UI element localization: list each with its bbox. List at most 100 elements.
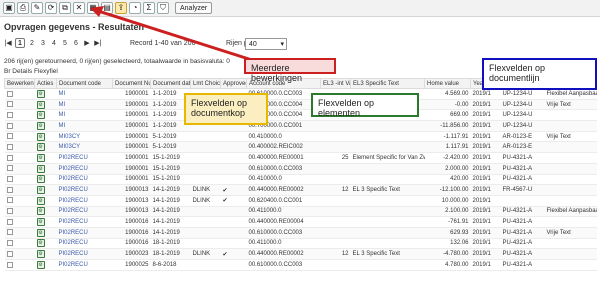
row-action[interactable]: ⚙ <box>34 238 57 250</box>
document-code-link[interactable]: PI02RECU <box>59 208 88 214</box>
row-action[interactable]: ⚙ <box>34 120 57 132</box>
document-code-link[interactable]: MI <box>59 102 66 108</box>
row-select-checkbox[interactable] <box>4 206 35 218</box>
first-page-button[interactable]: |◀ <box>4 38 12 48</box>
document-action-icon[interactable]: ⚙ <box>36 175 45 184</box>
column-header[interactable]: Approved <box>220 78 247 89</box>
row-action[interactable]: ⚙ <box>34 109 57 122</box>
document-action-icon[interactable]: ⚙ <box>36 260 45 269</box>
checkbox[interactable] <box>6 176 13 183</box>
row-select-checkbox[interactable] <box>4 216 35 228</box>
document-action-icon[interactable]: ⚙ <box>36 164 45 173</box>
checkbox[interactable] <box>6 208 13 215</box>
row-select-checkbox[interactable] <box>4 109 35 122</box>
document-action-icon[interactable]: ⚙ <box>36 218 45 227</box>
analyzer-button[interactable]: Analyzer <box>175 2 213 14</box>
document-code-link[interactable]: MI03CY <box>59 144 81 150</box>
document-code-link[interactable]: PI02RECU <box>59 187 88 193</box>
row-select-checkbox[interactable] <box>4 195 35 207</box>
row-action[interactable]: ⚙ <box>34 99 57 111</box>
page-button-5[interactable]: 5 <box>61 38 69 48</box>
export-icon[interactable]: ⇪ <box>115 2 127 14</box>
row-action[interactable]: ⚙ <box>34 248 57 260</box>
next-page-button[interactable]: ▶ <box>83 38 91 48</box>
row-action[interactable]: ⚙ <box>34 259 57 271</box>
row-select-checkbox[interactable] <box>4 248 35 260</box>
row-action[interactable]: ⚙ <box>34 195 57 207</box>
checkbox[interactable] <box>6 261 13 268</box>
document-action-icon[interactable]: ⚙ <box>36 132 45 141</box>
delete-icon[interactable]: ✕ <box>73 2 85 14</box>
checkbox[interactable] <box>6 111 13 118</box>
last-page-button[interactable]: ▶| <box>94 38 102 48</box>
column-header[interactable]: Lmt Choice <box>190 78 221 89</box>
row-select-checkbox[interactable] <box>4 174 35 186</box>
row-action[interactable]: ⚙ <box>34 227 57 239</box>
document-action-icon[interactable]: ⚙ <box>36 121 45 130</box>
document-action-icon[interactable]: ⚙ <box>36 153 45 162</box>
checkbox[interactable] <box>6 197 13 204</box>
checkbox[interactable] <box>6 250 13 257</box>
row-action[interactable]: ⚙ <box>34 174 57 186</box>
column-header[interactable]: Acties <box>34 78 57 89</box>
row-action[interactable]: ⚙ <box>34 216 57 228</box>
document-action-icon[interactable]: ⚙ <box>36 196 45 205</box>
page-button-6[interactable]: 6 <box>72 38 80 48</box>
document-code-link[interactable]: PI02RECU <box>59 251 88 257</box>
document-code-link[interactable]: PI02RECU <box>59 240 88 246</box>
document-action-icon[interactable]: ⚙ <box>36 239 45 248</box>
refresh-icon[interactable]: ⟳ <box>45 2 57 14</box>
row-select-checkbox[interactable] <box>4 238 35 250</box>
checkbox[interactable] <box>6 165 13 172</box>
grid-icon[interactable]: ▦ <box>87 2 99 14</box>
row-select-checkbox[interactable] <box>4 88 35 100</box>
edit-icon[interactable]: ✎ <box>31 2 43 14</box>
checkbox[interactable] <box>6 186 13 193</box>
document-code-link[interactable]: MI <box>59 91 66 97</box>
checkbox[interactable] <box>6 240 13 247</box>
document-code-link[interactable]: PI02RECU <box>59 176 88 182</box>
document-action-icon[interactable]: ⚙ <box>36 228 45 237</box>
checkbox[interactable] <box>6 122 13 129</box>
document-code-link[interactable]: MI <box>59 123 66 129</box>
document-action-icon[interactable]: ⚙ <box>36 100 45 109</box>
document-code-link[interactable]: PI02RECU <box>59 155 88 161</box>
print-icon[interactable]: ⎙ <box>17 2 29 14</box>
row-action[interactable]: ⚙ <box>34 184 57 196</box>
document-code-link[interactable]: PI02RECU <box>59 230 88 236</box>
page-button-2[interactable]: 2 <box>28 38 36 48</box>
page-button-3[interactable]: 3 <box>39 38 47 48</box>
document-action-icon[interactable]: ⚙ <box>36 111 45 120</box>
copy-icon[interactable]: ⧉ <box>59 2 71 14</box>
row-select-checkbox[interactable] <box>4 152 35 164</box>
page-button-4[interactable]: 4 <box>50 38 58 48</box>
checkbox[interactable] <box>6 133 13 140</box>
column-header[interactable]: Document date <box>150 78 191 89</box>
document-code-link[interactable]: PI02RECU <box>59 219 88 225</box>
checkbox[interactable] <box>6 90 13 97</box>
row-select-checkbox[interactable] <box>4 131 35 143</box>
row-action[interactable]: ⚙ <box>34 88 57 100</box>
sum-icon[interactable]: Σ <box>143 2 155 14</box>
checkbox[interactable] <box>6 154 13 161</box>
row-action[interactable]: ⚙ <box>34 152 57 164</box>
row-select-checkbox[interactable] <box>4 120 35 132</box>
row-action[interactable]: ⚙ <box>34 163 57 175</box>
row-action[interactable]: ⚙ <box>34 141 57 154</box>
filter-icon[interactable]: ⛉ <box>157 2 169 14</box>
document-action-icon[interactable]: ⚙ <box>36 143 45 152</box>
page-button-1[interactable]: 1 <box>15 38 25 48</box>
document-code-link[interactable]: PI02RECU <box>59 166 88 172</box>
checkbox[interactable] <box>6 218 13 225</box>
row-action[interactable]: ⚙ <box>34 206 57 218</box>
document-action-icon[interactable]: ⚙ <box>36 250 45 259</box>
checkbox[interactable] <box>6 229 13 236</box>
row-select-checkbox[interactable] <box>4 227 35 239</box>
row-select-checkbox[interactable] <box>4 259 35 271</box>
column-header[interactable]: Home value <box>424 78 471 89</box>
document-action-icon[interactable]: ⚙ <box>36 186 45 195</box>
checkbox[interactable] <box>6 143 13 150</box>
column-header[interactable]: Document Nummer <box>112 78 151 89</box>
document-code-link[interactable]: PI02RECU <box>59 262 88 268</box>
column-header[interactable]: EL3 Specific Text <box>350 78 425 89</box>
